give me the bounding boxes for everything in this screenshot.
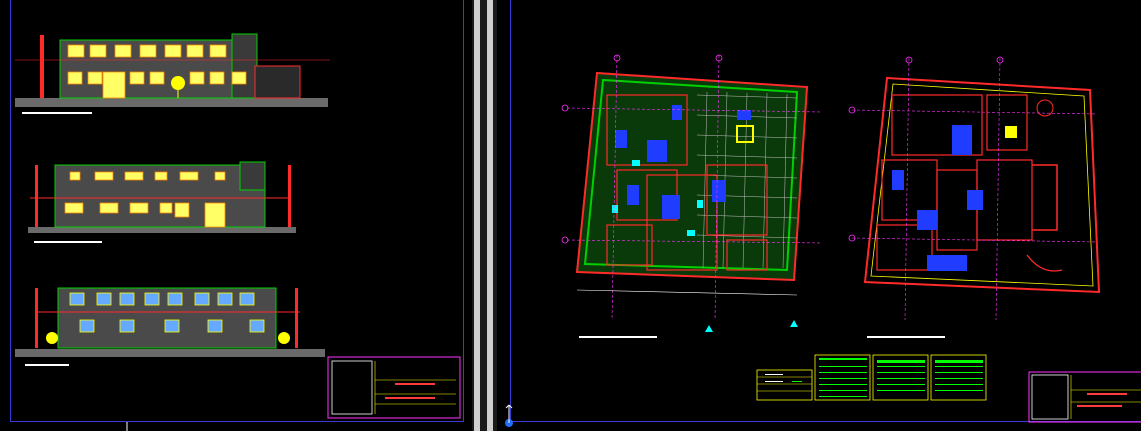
schedule-table-4 — [930, 354, 987, 401]
elevation-2-label-line — [34, 241, 102, 243]
plan-ground-label-line — [579, 336, 657, 338]
schedule-tables — [756, 354, 987, 401]
floor-plan-upper — [848, 56, 1101, 338]
elevation-view-1 — [15, 33, 330, 114]
ucs-icon — [505, 404, 513, 427]
floor-plans-drawing[interactable] — [497, 0, 1141, 431]
viewport-splitter[interactable] — [472, 0, 497, 431]
right-layout-viewport[interactable] — [497, 0, 1141, 431]
left-layout-viewport[interactable] — [0, 0, 472, 431]
schedule-table-3 — [872, 354, 929, 401]
elevations-drawing[interactable] — [0, 0, 472, 431]
elevation-view-3 — [15, 287, 325, 366]
elevation-3-label-line — [25, 364, 69, 366]
floor-plan-ground — [561, 54, 823, 338]
schedule-table-1 — [756, 369, 813, 401]
left-title-block — [327, 356, 461, 419]
elevation-1-label-line — [22, 112, 92, 114]
right-title-block — [1028, 371, 1141, 423]
elevation-view-2 — [28, 161, 296, 243]
plan-upper-label-line — [867, 336, 945, 338]
schedule-table-2 — [814, 354, 871, 401]
